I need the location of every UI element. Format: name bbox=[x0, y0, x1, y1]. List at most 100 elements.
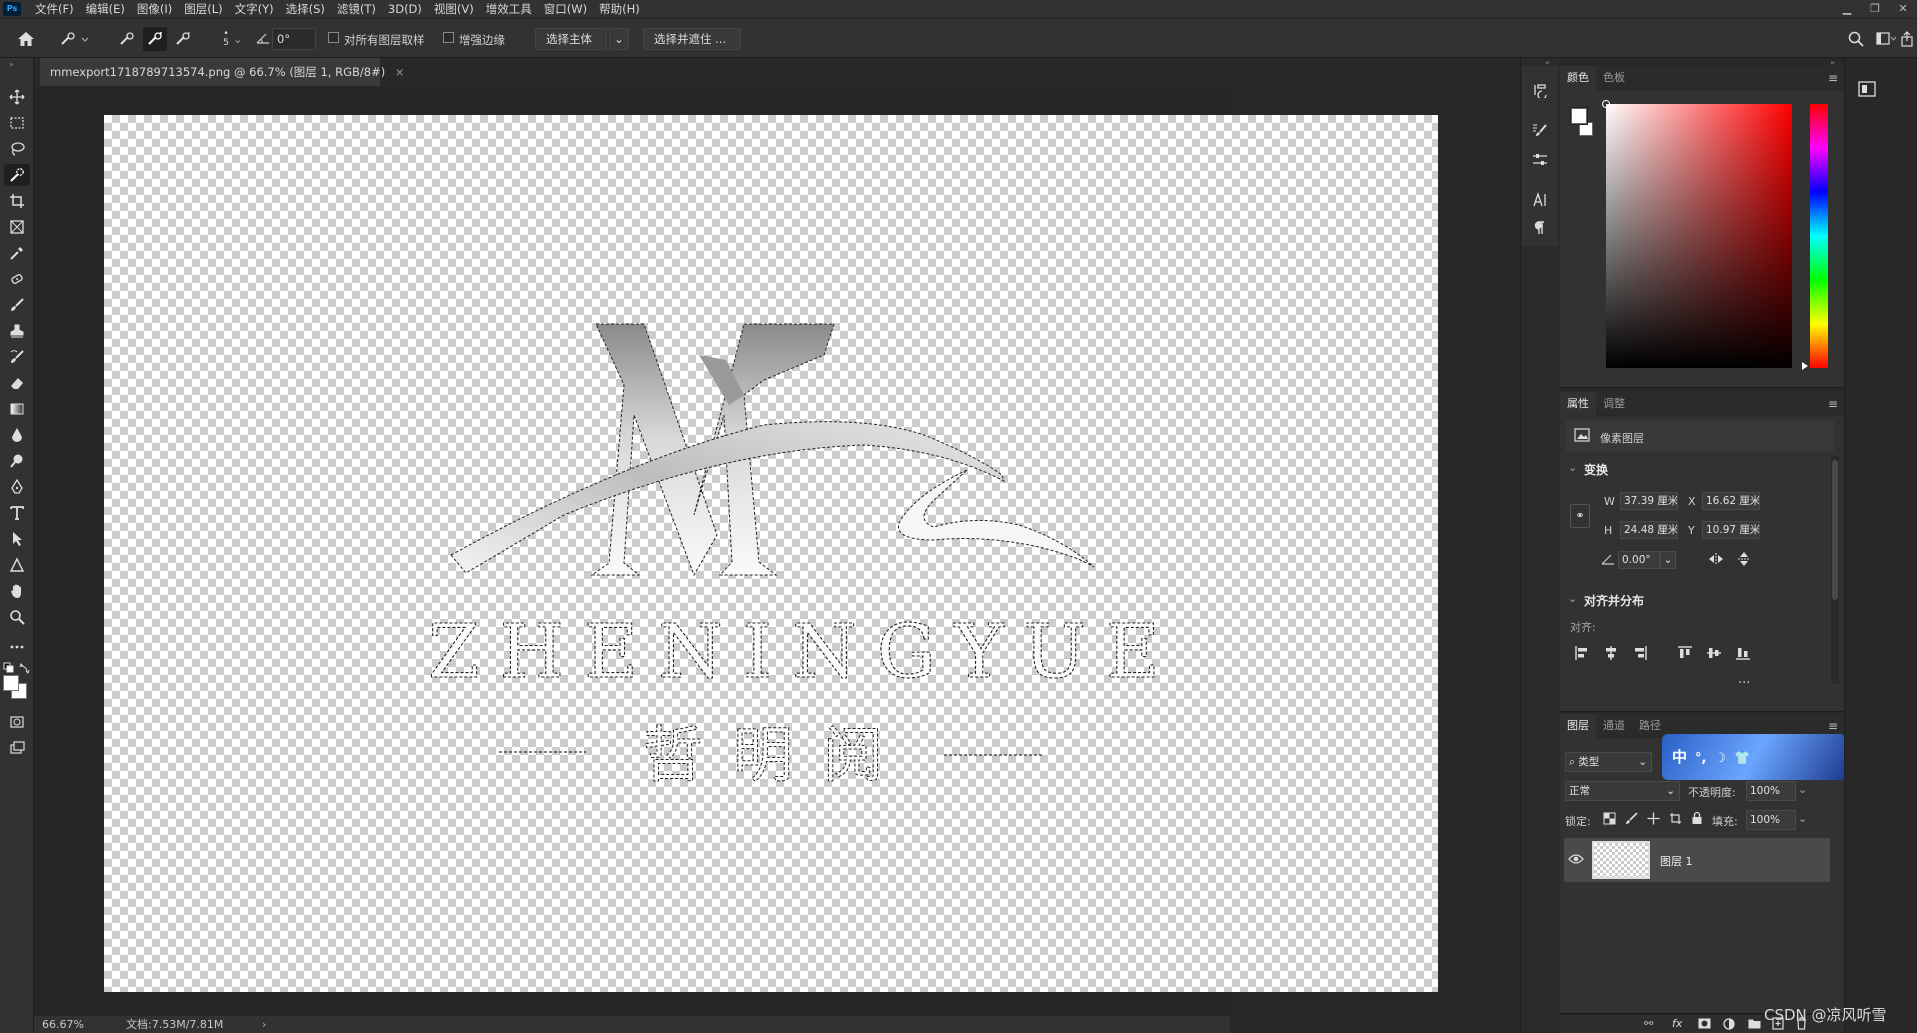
fill-dropdown-icon[interactable]: ⌄ bbox=[1798, 812, 1807, 825]
quick-selection-tool[interactable] bbox=[4, 164, 30, 186]
layer-filter-select[interactable]: ⌕ 类型 ⌄ bbox=[1565, 752, 1652, 772]
screen-mode-button[interactable] bbox=[4, 737, 30, 759]
menu-edit[interactable]: 编辑(E) bbox=[80, 1, 131, 17]
angle-input[interactable]: 0° bbox=[272, 28, 316, 50]
move-tool[interactable] bbox=[4, 86, 30, 108]
flip-horizontal-icon[interactable] bbox=[1708, 552, 1724, 566]
collapse-icon[interactable]: » bbox=[9, 60, 14, 69]
menu-select[interactable]: 选择(S) bbox=[280, 1, 331, 17]
align-center-horizontal-icon[interactable] bbox=[1603, 645, 1619, 661]
select-and-mask-button[interactable]: 选择并遮住 ... bbox=[643, 28, 741, 50]
crop-tool[interactable] bbox=[4, 190, 30, 212]
gradient-tool[interactable] bbox=[4, 398, 30, 420]
angle-dropdown-icon[interactable]: ⌄ bbox=[1660, 551, 1676, 569]
close-tab-icon[interactable]: × bbox=[395, 65, 405, 79]
select-subject-button[interactable]: 选择主体 bbox=[535, 28, 607, 50]
document-tab[interactable]: mmexport1718789713574.png @ 66.7% (图层 1,… bbox=[40, 58, 405, 86]
align-chevron-icon[interactable]: ⌄ bbox=[1568, 592, 1577, 605]
dodge-tool[interactable] bbox=[4, 450, 30, 472]
align-section-title[interactable]: 对齐并分布 bbox=[1584, 592, 1644, 609]
fx-icon[interactable]: fx bbox=[1672, 1017, 1682, 1030]
ime-moon-icon[interactable]: ☽ bbox=[1714, 751, 1726, 766]
brush-settings-button[interactable] bbox=[1530, 120, 1550, 140]
subtract-selection-button[interactable] bbox=[172, 27, 194, 51]
frame-tool[interactable] bbox=[4, 216, 30, 238]
x-input[interactable]: 16.62 厘米 bbox=[1702, 492, 1760, 510]
tab-layers[interactable]: 图层 bbox=[1560, 713, 1596, 738]
layer-row[interactable]: 图层 1 bbox=[1564, 838, 1830, 882]
panel-menu-icon[interactable]: ≡ bbox=[1828, 719, 1838, 733]
tab-swatches[interactable]: 色板 bbox=[1596, 66, 1632, 90]
align-top-icon[interactable] bbox=[1677, 645, 1693, 661]
quick-mask-button[interactable] bbox=[4, 711, 30, 733]
sample-all-layers-checkbox[interactable] bbox=[328, 32, 339, 43]
close-window-icon[interactable]: ✕ bbox=[1889, 0, 1917, 18]
align-left-icon[interactable] bbox=[1574, 645, 1590, 661]
tab-channels[interactable]: 通道 bbox=[1596, 714, 1632, 738]
lock-transparent-icon[interactable] bbox=[1603, 812, 1616, 825]
enhance-edge-checkbox[interactable] bbox=[443, 32, 454, 43]
healing-brush-tool[interactable] bbox=[4, 268, 30, 290]
new-selection-button[interactable] bbox=[116, 27, 138, 51]
lock-artboard-icon[interactable] bbox=[1669, 812, 1682, 825]
menu-image[interactable]: 图像(I) bbox=[131, 1, 178, 17]
color-panel-background-swatch[interactable] bbox=[1579, 122, 1593, 136]
select-subject-dropdown[interactable]: ⌄ bbox=[609, 28, 629, 50]
tab-properties[interactable]: 属性 bbox=[1560, 391, 1596, 416]
width-input[interactable]: 37.39 厘米 bbox=[1620, 492, 1678, 510]
angle-field[interactable]: 0.00° bbox=[1618, 551, 1660, 569]
transform-section-title[interactable]: 变换 bbox=[1584, 461, 1608, 478]
marquee-tool[interactable] bbox=[4, 112, 30, 134]
paragraph-panel-button[interactable] bbox=[1530, 218, 1550, 238]
menu-type[interactable]: 文字(Y) bbox=[229, 1, 280, 17]
menu-help[interactable]: 帮助(H) bbox=[593, 1, 646, 17]
ime-language-indicator[interactable]: 中 bbox=[1672, 748, 1687, 766]
history-brush-tool[interactable] bbox=[4, 346, 30, 368]
lock-pixels-brush-icon[interactable] bbox=[1625, 812, 1638, 825]
flip-vertical-icon[interactable] bbox=[1737, 551, 1751, 567]
opacity-input[interactable]: 100% bbox=[1746, 781, 1796, 801]
properties-scrollbar[interactable] bbox=[1831, 456, 1839, 684]
restore-icon[interactable]: ❐ bbox=[1861, 0, 1889, 18]
tab-adjustments[interactable]: 调整 bbox=[1596, 392, 1632, 416]
color-panel-foreground-swatch[interactable] bbox=[1570, 107, 1588, 125]
y-input[interactable]: 10.97 厘米 bbox=[1702, 521, 1760, 539]
link-layers-icon[interactable]: ⚯ bbox=[1644, 1017, 1653, 1030]
tab-paths[interactable]: 路径 bbox=[1632, 714, 1668, 738]
document-canvas[interactable]: ZHENINGYUE 哲明阅 bbox=[104, 115, 1438, 992]
adjustments-button[interactable] bbox=[1530, 150, 1550, 170]
eraser-tool[interactable] bbox=[4, 372, 30, 394]
eyedropper-tool[interactable] bbox=[4, 242, 30, 264]
layer-name[interactable]: 图层 1 bbox=[1660, 853, 1693, 869]
opacity-dropdown-icon[interactable]: ⌄ bbox=[1798, 783, 1807, 796]
ime-skin-icon[interactable]: 👕 bbox=[1734, 751, 1750, 766]
align-right-icon[interactable] bbox=[1632, 645, 1648, 661]
more-tools[interactable] bbox=[4, 636, 30, 658]
default-colors-icon[interactable] bbox=[3, 662, 15, 674]
libraries-icon[interactable] bbox=[1858, 81, 1876, 97]
zoom-level[interactable]: 66.67% bbox=[42, 1016, 84, 1033]
path-selection-tool[interactable] bbox=[4, 528, 30, 550]
new-group-folder-icon[interactable] bbox=[1748, 1018, 1761, 1029]
minimize-icon[interactable]: ▁ bbox=[1833, 0, 1861, 18]
collapse-panels-icon[interactable]: « bbox=[1545, 58, 1550, 67]
lock-all-icon[interactable] bbox=[1691, 811, 1703, 825]
lock-position-move-icon[interactable] bbox=[1647, 812, 1660, 825]
menu-filter[interactable]: 滤镜(T) bbox=[331, 1, 382, 17]
share-icon[interactable] bbox=[1900, 31, 1914, 47]
swap-colors-icon[interactable] bbox=[19, 662, 31, 674]
panel-menu-icon[interactable]: ≡ bbox=[1828, 71, 1838, 85]
type-tool[interactable] bbox=[4, 502, 30, 524]
add-to-selection-button[interactable] bbox=[143, 27, 167, 51]
tab-color[interactable]: 颜色 bbox=[1560, 65, 1596, 90]
menu-window[interactable]: 窗口(W) bbox=[538, 1, 593, 17]
layer-thumbnail[interactable] bbox=[1592, 841, 1650, 879]
lasso-tool[interactable] bbox=[4, 138, 30, 160]
foreground-color-swatch[interactable] bbox=[3, 675, 19, 691]
color-picker-cursor[interactable] bbox=[1602, 100, 1610, 108]
photoshop-logo[interactable]: Ps bbox=[3, 2, 21, 16]
history-panel-button[interactable] bbox=[1530, 80, 1550, 100]
menu-plugins[interactable]: 增效工具 bbox=[480, 1, 538, 17]
chevron-down-icon[interactable]: ⌄ bbox=[233, 32, 243, 46]
adjustment-layer-icon[interactable] bbox=[1723, 1018, 1735, 1030]
